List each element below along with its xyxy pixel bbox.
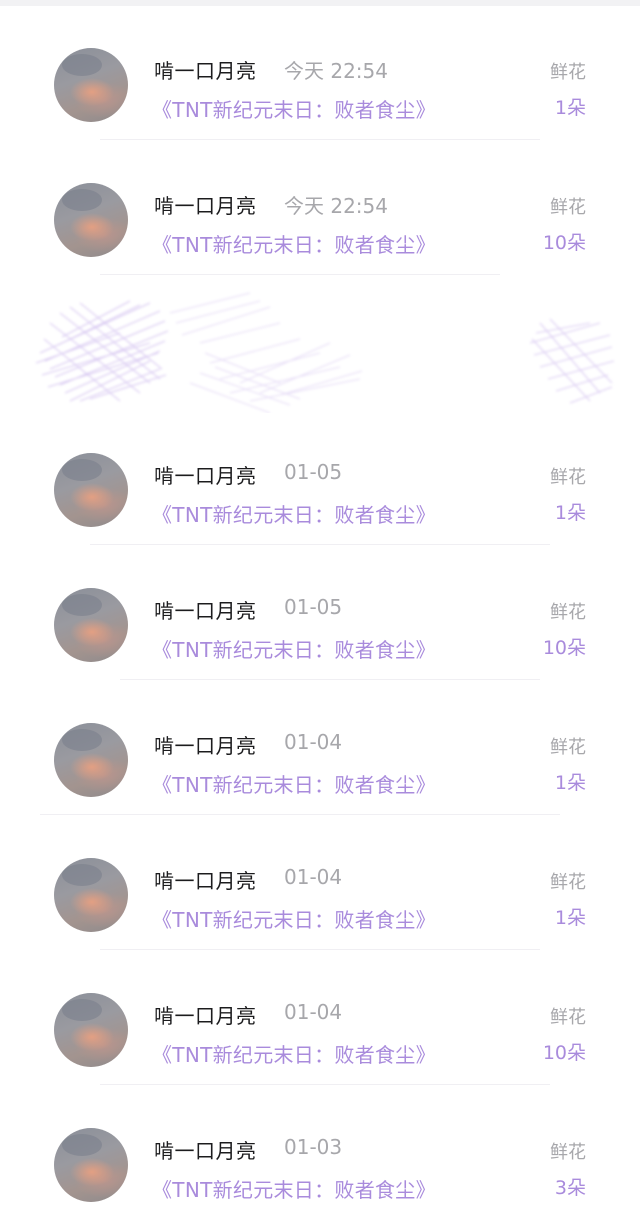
gift-count: 1朵 [554, 502, 586, 524]
gift-count: 3朵 [554, 1177, 586, 1199]
book-title-link[interactable]: 《TNT新纪元末日：败者食尘》 [152, 769, 436, 798]
list-item[interactable]: 啃一口月亮 01-05 《TNT新纪元末日：败者食尘》 鲜花 1朵 [0, 420, 640, 555]
list-item[interactable]: 啃一口月亮 01-05 《TNT新纪元末日：败者食尘》 鲜花 10朵 [0, 555, 640, 690]
gift-type-label: 鲜花 [550, 1142, 586, 1163]
user-name[interactable]: 啃一口月亮 [154, 460, 257, 489]
user-name[interactable]: 啃一口月亮 [154, 730, 257, 759]
user-avatar[interactable] [54, 588, 128, 662]
book-title-link[interactable]: 《TNT新纪元末日：败者食尘》 [152, 1039, 436, 1068]
list-item[interactable]: 啃一口月亮 01-04 《TNT新纪元末日：败者食尘》 鲜花 10朵 [0, 960, 640, 1095]
row-divider [100, 139, 540, 140]
user-avatar[interactable] [54, 1128, 128, 1202]
user-avatar[interactable] [54, 48, 128, 122]
user-avatar[interactable] [54, 453, 128, 527]
book-title-link[interactable]: 《TNT新纪元末日：败者食尘》 [152, 229, 436, 258]
timestamp: 今天 22:54 [284, 194, 388, 218]
gift-type-label: 鲜花 [550, 737, 586, 758]
gift-type-label: 鲜花 [550, 872, 586, 893]
gift-count: 1朵 [554, 907, 586, 929]
timestamp: 01-05 [284, 460, 343, 484]
gift-record-list: 啃一口月亮 今天 22:54 《TNT新纪元末日：败者食尘》 鲜花 1朵 啃一口… [0, 0, 640, 1221]
gift-count: 1朵 [554, 97, 586, 119]
user-name[interactable]: 啃一口月亮 [154, 1000, 257, 1029]
list-item[interactable]: 啃一口月亮 01-04 《TNT新纪元末日：败者食尘》 鲜花 1朵 [0, 825, 640, 960]
gift-count: 10朵 [542, 232, 586, 254]
timestamp: 01-04 [284, 1000, 343, 1024]
book-title-link[interactable]: 《TNT新纪元末日：败者食尘》 [152, 1174, 436, 1203]
list-item[interactable]: 啃一口月亮 01-03 《TNT新纪元末日：败者食尘》 鲜花 3朵 [0, 1095, 640, 1230]
list-item[interactable]: 啃一口月亮 今天 22:54 《TNT新纪元末日：败者食尘》 鲜花 1朵 [0, 15, 640, 150]
list-item[interactable]: 啃一口月亮 今天 22:54 《TNT新纪元末日：败者食尘》 鲜花 10朵 [0, 150, 640, 285]
timestamp: 01-05 [284, 595, 343, 619]
timestamp: 01-04 [284, 730, 343, 754]
user-name[interactable]: 啃一口月亮 [154, 865, 257, 894]
user-avatar[interactable] [54, 183, 128, 257]
user-name[interactable]: 啃一口月亮 [154, 595, 257, 624]
book-title-link[interactable]: 《TNT新纪元末日：败者食尘》 [152, 904, 436, 933]
row-divider [100, 1084, 550, 1085]
purple-scribble-redaction [0, 283, 640, 414]
row-divider [40, 814, 560, 815]
book-title-link[interactable]: 《TNT新纪元末日：败者食尘》 [152, 634, 436, 663]
user-avatar[interactable] [54, 858, 128, 932]
row-divider [120, 679, 540, 680]
timestamp: 今天 22:54 [284, 59, 388, 83]
row-divider [90, 544, 550, 545]
row-divider [100, 949, 540, 950]
list-item[interactable]: 啃一口月亮 01-04 《TNT新纪元末日：败者食尘》 鲜花 1朵 [0, 690, 640, 825]
book-title-link[interactable]: 《TNT新纪元末日：败者食尘》 [152, 94, 436, 123]
timestamp: 01-03 [284, 1135, 343, 1159]
user-avatar[interactable] [54, 993, 128, 1067]
gift-type-label: 鲜花 [550, 197, 586, 218]
gift-count: 10朵 [542, 637, 586, 659]
user-avatar[interactable] [54, 723, 128, 797]
gift-type-label: 鲜花 [550, 602, 586, 623]
timestamp: 01-04 [284, 865, 343, 889]
user-name[interactable]: 啃一口月亮 [154, 190, 257, 219]
gift-count: 1朵 [554, 772, 586, 794]
gift-count: 10朵 [542, 1042, 586, 1064]
user-name[interactable]: 啃一口月亮 [154, 55, 257, 84]
scribble-icon [35, 292, 615, 414]
row-divider [100, 274, 500, 275]
user-name[interactable]: 啃一口月亮 [154, 1135, 257, 1164]
gift-type-label: 鲜花 [550, 467, 586, 488]
gift-type-label: 鲜花 [550, 1007, 586, 1028]
book-title-link[interactable]: 《TNT新纪元末日：败者食尘》 [152, 499, 436, 528]
gift-type-label: 鲜花 [550, 62, 586, 83]
